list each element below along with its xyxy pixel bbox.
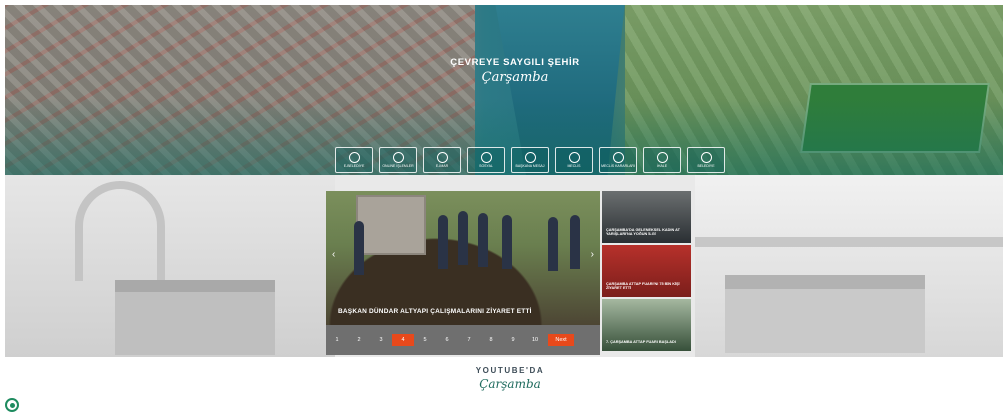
quick-link-label: MECLİS KARARLARI (601, 163, 635, 168)
quick-links-bar: E-BELEDİYE ONLINE İŞLEMLER E-İMAR SOSYAL… (335, 147, 725, 173)
youtube-section-heading: YOUTUBE'DA Çarşamba (440, 366, 580, 391)
quick-link-label: SOSYAL (479, 163, 493, 168)
decisions-icon (612, 151, 624, 163)
page-button-7[interactable]: 7 (458, 334, 480, 346)
hero-banner: ÇEVREYE SAYGILI ŞEHİR Çarşamba E-BELEDİY… (5, 5, 1003, 175)
page-root: ÇEVREYE SAYGILI ŞEHİR Çarşamba E-BELEDİY… (0, 0, 1005, 415)
slogan-line: ÇEVREYE SAYGILI ŞEHİR (450, 57, 580, 68)
page-button-10[interactable]: 10 (524, 334, 546, 346)
tender-icon (656, 151, 668, 163)
news-slider[interactable]: ‹ › BAŞKAN DÜNDAR ALTYAPI ÇALIŞMALARINI … (326, 191, 600, 355)
slide-photo (326, 191, 600, 325)
side-news-item[interactable]: 7. ÇARŞAMBA ATTAP FUARI BAŞLADI (602, 299, 691, 351)
imar-icon (436, 151, 448, 163)
side-news-title: 7. ÇARŞAMBA ATTAP FUARI BAŞLADI (606, 340, 676, 345)
slogan-script: Çarşamba (481, 70, 549, 85)
side-news-item[interactable]: ÇARŞAMBA'DA GELENEKSEL KADIN AT YARIŞLAR… (602, 191, 691, 243)
side-news-title: ÇARŞAMBA'DA GELENEKSEL KADIN AT YARIŞLAR… (606, 227, 680, 237)
quick-link-e-belediye[interactable]: E-BELEDİYE (335, 147, 373, 173)
quick-link-online[interactable]: ONLINE İŞLEMLER (379, 147, 417, 173)
quick-link-label: ONLINE İŞLEMLER (382, 163, 414, 168)
quick-link-council[interactable]: MECLİS (555, 147, 593, 173)
online-icon (392, 151, 404, 163)
quick-link-label: MECLİS (567, 163, 581, 168)
background-old-house (115, 280, 275, 355)
quick-link-label: İHALE (656, 163, 668, 168)
slide-person (438, 215, 448, 269)
quick-link-decisions[interactable]: MECLİS KARARLARI (599, 147, 637, 173)
slide-person (354, 221, 364, 275)
youtube-title: YOUTUBE'DA (475, 366, 545, 375)
page-button-2[interactable]: 2 (348, 334, 370, 346)
side-news-item[interactable]: ÇARŞAMBA ATTAP FUARI'NI 75 BİN KİŞİ ZİYA… (602, 245, 691, 297)
slide-person (478, 213, 488, 267)
youtube-script: Çarşamba (479, 377, 541, 391)
page-next-button[interactable]: Next (548, 334, 574, 346)
page-button-1[interactable]: 1 (326, 334, 348, 346)
quick-link-social[interactable]: SOSYAL (467, 147, 505, 173)
quick-link-message[interactable]: BAŞKANA MESAJ (511, 147, 549, 173)
e-belediye-icon (348, 151, 360, 163)
quick-link-label: BAŞKANA MESAJ (515, 163, 545, 168)
slide-person (570, 215, 580, 269)
news-section: ‹ › BAŞKAN DÜNDAR ALTYAPI ÇALIŞMALARINI … (5, 175, 1003, 357)
quick-link-label: BELEDİYE (697, 163, 715, 168)
quick-link-tender[interactable]: İHALE (643, 147, 681, 173)
slide-person (458, 211, 468, 265)
page-button-9[interactable]: 9 (502, 334, 524, 346)
quick-link-municipality[interactable]: BELEDİYE (687, 147, 725, 173)
quick-link-label: E-BELEDİYE (343, 163, 365, 168)
slide-person (548, 217, 558, 271)
quick-link-imar[interactable]: E-İMAR (423, 147, 461, 173)
page-button-8[interactable]: 8 (480, 334, 502, 346)
accessibility-icon[interactable] (5, 398, 19, 412)
slider-pager: 1 2 3 4 5 6 7 8 9 10 Next (326, 325, 600, 355)
background-arch (75, 181, 165, 281)
background-bridge (695, 237, 1003, 247)
quick-link-label: E-İMAR (435, 163, 449, 168)
side-news-list: ÇARŞAMBA'DA GELENEKSEL KADIN AT YARIŞLAR… (602, 191, 691, 355)
social-icon (480, 151, 492, 163)
page-button-4[interactable]: 4 (392, 334, 414, 346)
page-button-3[interactable]: 3 (370, 334, 392, 346)
page-button-6[interactable]: 6 (436, 334, 458, 346)
hero-slogan: ÇEVREYE SAYGILI ŞEHİR Çarşamba (445, 57, 585, 85)
slide-caption[interactable]: BAŞKAN DÜNDAR ALTYAPI ÇALIŞMALARINI ZİYA… (338, 308, 588, 315)
municipality-icon (700, 151, 712, 163)
page-button-5[interactable]: 5 (414, 334, 436, 346)
slider-prev-arrow[interactable]: ‹ (332, 249, 335, 260)
message-icon (524, 151, 536, 163)
slide-person (502, 215, 512, 269)
council-icon (568, 151, 580, 163)
accessibility-icon-inner (9, 402, 15, 408)
side-news-title: ÇARŞAMBA ATTAP FUARI'NI 75 BİN KİŞİ ZİYA… (606, 281, 680, 291)
slide-truck (356, 195, 426, 255)
background-building (725, 275, 925, 353)
slider-next-arrow[interactable]: › (591, 249, 594, 260)
